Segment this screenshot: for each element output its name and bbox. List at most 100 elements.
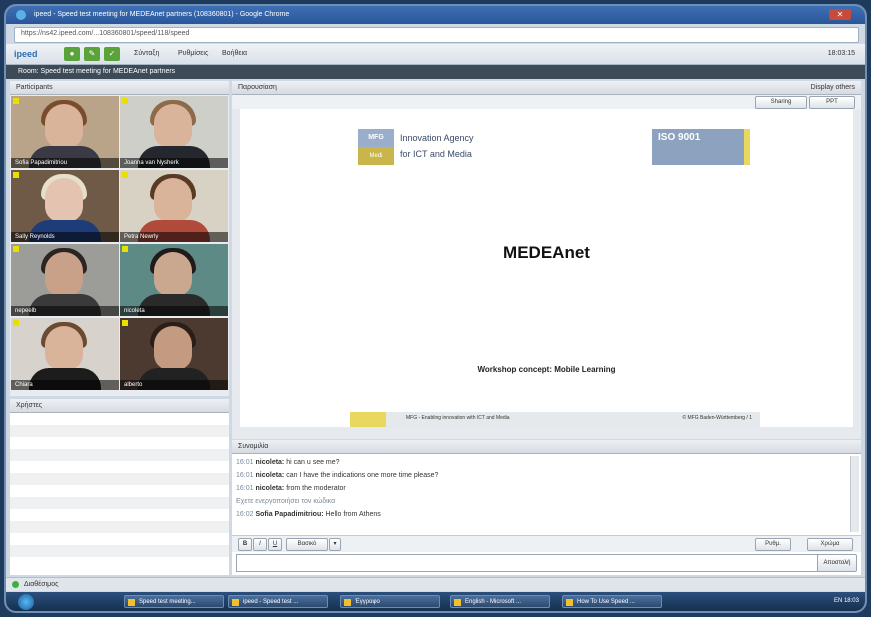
list-stripe	[10, 497, 229, 509]
app-icon	[344, 599, 351, 606]
mic-indicator-icon	[13, 320, 19, 326]
chat-header: Συνομιλία	[232, 440, 861, 454]
format-toolbar: B I U Βασικό ▾ Ρυθμ. Χρώμα	[232, 535, 861, 552]
sharing-button[interactable]: Sharing	[755, 96, 807, 109]
video-tile[interactable]: Chiara	[11, 318, 119, 390]
taskbar-item[interactable]: Speed test meeting...	[124, 595, 224, 608]
font-select[interactable]: Βασικό	[286, 538, 328, 551]
url-text: https://ns42.ipeed.com/...108360801/spee…	[21, 30, 190, 37]
room-bar: Room: Speed test meeting for MEDEAnet pa…	[6, 65, 865, 79]
chat-author: nicoleta:	[255, 472, 285, 479]
list-stripe	[10, 545, 229, 557]
settings-select[interactable]: Ρυθμ.	[755, 538, 791, 551]
video-tile[interactable]: alberto	[120, 318, 228, 390]
video-tile[interactable]: Sally Reynolds	[11, 170, 119, 242]
chat-time: 16:02	[236, 511, 254, 518]
status-bar: Διαθέσιμος	[6, 577, 865, 591]
chat-author: nicoleta:	[255, 485, 285, 492]
window-title: ipeed - Speed test meeting for MEDEAnet …	[34, 11, 290, 18]
taskbar-item-label: Έγγραφο	[355, 599, 380, 605]
menu-item-compose[interactable]: Σύνταξη	[134, 48, 159, 60]
chat-time: 16:01	[236, 485, 254, 492]
face-shape	[45, 178, 83, 222]
video-tile[interactable]: Petra Newrly	[120, 170, 228, 242]
taskbar-item-label: ipeed - Speed test ...	[243, 599, 299, 605]
video-tile[interactable]: Sofia Papadimitriou	[11, 96, 119, 168]
app-icon	[232, 599, 239, 606]
underline-button[interactable]: U	[268, 538, 282, 551]
chat-text: can I have the indications one more time…	[286, 472, 439, 479]
webcam-icon[interactable]: ●	[64, 47, 80, 61]
video-tile[interactable]: Joanna van Nysherk	[120, 96, 228, 168]
participants-header: Participants	[10, 81, 229, 95]
slide-subtitle: Workshop concept: Mobile Learning	[477, 365, 616, 374]
status-text[interactable]: Διαθέσιμος	[24, 578, 58, 591]
room-label: Room: Speed test meeting for MEDEAnet pa…	[18, 68, 176, 75]
iso-badge: ISO 9001	[652, 129, 744, 165]
system-tray: EN 18:03	[833, 598, 859, 604]
mfg-logo-top: MFG	[368, 134, 384, 141]
face-shape	[154, 326, 192, 370]
chat-input[interactable]	[236, 554, 818, 572]
participant-name: Sally Reynolds	[11, 232, 119, 242]
app-logo: ipeed	[14, 49, 38, 59]
taskbar-item[interactable]: ipeed - Speed test ...	[228, 595, 328, 608]
taskbar-item[interactable]: How To Use Speed ...	[562, 595, 662, 608]
presentation-header: Παρουσίαση Display others	[232, 81, 861, 95]
list-stripe	[10, 473, 229, 485]
taskbar-item[interactable]: English - Microsoft ...	[450, 595, 550, 608]
chat-scrollbar[interactable]	[850, 456, 859, 532]
address-bar[interactable]: https://ns42.ipeed.com/...108360801/spee…	[14, 27, 859, 43]
users-panel: Χρήστες	[10, 399, 229, 575]
agency-line2: for ICT and Media	[400, 149, 472, 159]
clock: 18:03:15	[827, 50, 855, 57]
chat-title: Συνομιλία	[238, 443, 269, 450]
slide-title: MEDEAnet	[503, 243, 590, 262]
app-icon	[128, 599, 135, 606]
participant-name: alberto	[120, 380, 228, 390]
title-bar: ipeed - Speed test meeting for MEDEAnet …	[6, 6, 865, 24]
participant-name: Chiara	[11, 380, 119, 390]
participant-name: Sofia Papadimitriou	[11, 158, 119, 168]
participant-name: Joanna van Nysherk	[120, 158, 228, 168]
chat-message: 16:01 nicoleta: from the moderator	[236, 482, 846, 495]
chat-author: nicoleta:	[255, 459, 285, 466]
app-icon	[454, 599, 461, 606]
participant-name: nepeelb	[11, 306, 119, 316]
check-icon[interactable]: ✓	[104, 47, 120, 61]
taskbar-item-label: English - Microsoft ...	[465, 599, 522, 605]
chat-time: 16:01	[236, 459, 254, 466]
mfg-logo-bottom: Medi	[358, 147, 394, 165]
video-tile[interactable]: nicoleta	[120, 244, 228, 316]
start-button-icon[interactable]	[18, 594, 34, 610]
footer-right-text: © MFG Baden-Württemberg / 1	[682, 415, 752, 421]
presentation-panel: Παρουσίαση Display others Sharing PPT MF…	[232, 81, 861, 439]
face-shape	[154, 178, 192, 222]
font-dropdown-icon[interactable]: ▾	[329, 538, 341, 551]
color-select[interactable]: Χρώμα	[807, 538, 853, 551]
video-tile[interactable]: nepeelb	[11, 244, 119, 316]
chat-message: 16:02 Sofia Papadimitriou: Hello from At…	[236, 508, 846, 521]
send-button[interactable]: Αποστολή	[817, 554, 857, 572]
face-shape	[154, 104, 192, 148]
users-title: Χρήστες	[16, 402, 43, 409]
menu-item-settings[interactable]: Ρυθμίσεις	[178, 48, 208, 60]
bold-button[interactable]: B	[238, 538, 252, 551]
users-header: Χρήστες	[10, 399, 229, 413]
mic-indicator-icon	[122, 172, 128, 178]
mfg-logo-box: MFG Medi	[358, 129, 394, 165]
iso-label: ISO 9001	[658, 132, 701, 143]
close-icon[interactable]: ✕	[829, 9, 851, 20]
agency-line1: Innovation Agency	[400, 133, 474, 143]
menu-item-help[interactable]: Βοήθεια	[222, 48, 247, 60]
chat-author: Sofia Papadimitriou:	[255, 511, 324, 518]
display-others-label[interactable]: Display others	[811, 81, 855, 94]
face-shape	[45, 326, 83, 370]
ppt-button[interactable]: PPT	[809, 96, 855, 109]
mic-icon[interactable]: ✎	[84, 47, 100, 61]
taskbar-item[interactable]: Έγγραφο	[340, 595, 440, 608]
chat-system-message: Εχετε ενεργοποιήσει τον κώδικα	[236, 498, 336, 505]
mic-indicator-icon	[122, 320, 128, 326]
italic-button[interactable]: I	[253, 538, 267, 551]
taskbar: Speed test meeting... ipeed - Speed test…	[6, 592, 865, 611]
